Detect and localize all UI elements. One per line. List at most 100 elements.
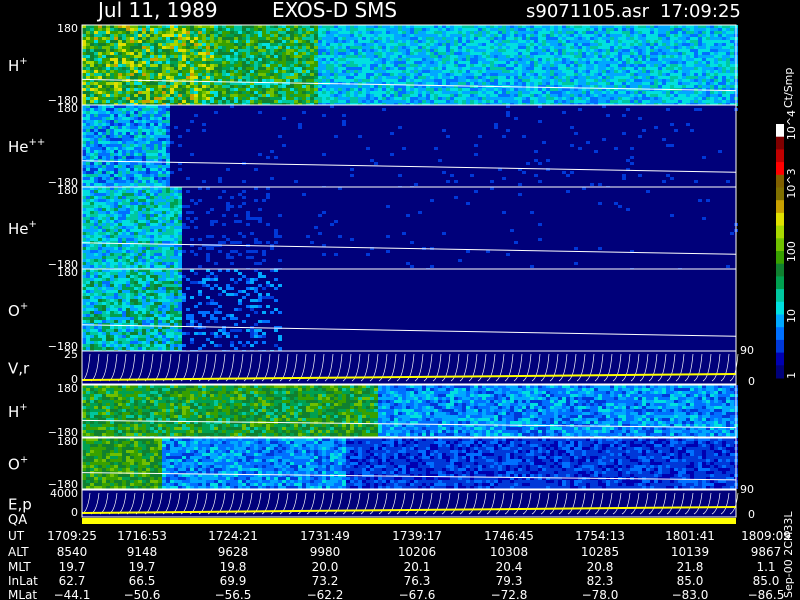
colorbar: 1 10 100 10^3 10^4 <box>776 110 798 379</box>
colorbar-swatch <box>776 289 784 303</box>
panel-label: E,p <box>8 496 32 514</box>
table-cell: 1809:09 <box>741 529 791 543</box>
panel-1 <box>81 104 738 189</box>
table-cell: 9628 <box>218 545 249 559</box>
panel-label-superscript: ++ <box>29 137 46 148</box>
axis-top-tick: 4000 <box>50 487 78 500</box>
table-cell: 19.7 <box>129 560 156 574</box>
axis-top-tick: 25 <box>64 348 78 361</box>
orbit-table: UT 1709:25 1716:53 1724:21 1731:49 1739:17 174… <box>8 529 791 600</box>
colorbar-swatch <box>776 136 784 150</box>
table-cell: −83.0 <box>672 588 709 600</box>
table-cell: 1801:41 <box>665 529 715 543</box>
exos-d-sms-summary-plot: Jul 11, 1989 EXOS-D SMS s9071105.asr 17:… <box>8 0 798 600</box>
table-cell: −72.8 <box>491 588 528 600</box>
table-cell: 20.0 <box>312 560 339 574</box>
colorbar-swatch <box>776 174 784 188</box>
table-cell: −86.5 <box>748 588 785 600</box>
table-cell: 1709:25 <box>47 529 97 543</box>
axis-top-tick: 180 <box>57 22 78 35</box>
table-cell: 19.8 <box>220 560 247 574</box>
header-file: s9071105.asr <box>526 1 650 22</box>
table-cell: 62.7 <box>59 574 86 588</box>
table-cell: 73.2 <box>312 574 339 588</box>
table-cell: −78.0 <box>582 588 619 600</box>
axis-bottom-tick: 0 <box>71 506 78 519</box>
table-cell: 1746:45 <box>484 529 534 543</box>
colorbar-tick: 10 <box>785 309 798 323</box>
colorbar-swatch <box>776 251 784 265</box>
colorbar-swatch <box>776 352 784 366</box>
axis-right-top-tick: 90 <box>740 344 754 357</box>
table-cell: 82.3 <box>587 574 614 588</box>
table-cell: 1724:21 <box>208 529 258 543</box>
table-cell: −67.6 <box>399 588 436 600</box>
panel-label: V,r <box>8 360 30 378</box>
panel-2 <box>81 186 738 271</box>
table-cell: 20.8 <box>587 560 614 574</box>
table-cell: 1716:53 <box>117 529 167 543</box>
table-cell: 9980 <box>310 545 341 559</box>
table-cell: 66.5 <box>129 574 156 588</box>
table-cell: −44.1 <box>54 588 91 600</box>
table-cell: 10206 <box>398 545 436 559</box>
panel-label: O+ <box>8 455 28 474</box>
table-cell: 85.0 <box>677 574 704 588</box>
side-note: Sep-00 2CM33L <box>782 511 795 598</box>
colorbar-unit: Ct/Smp <box>782 68 795 108</box>
axis-top-tick: 180 <box>57 435 78 448</box>
table-row-label: ALT <box>8 545 29 559</box>
qa-label: QA <box>8 513 27 528</box>
colorbar-tick: 100 <box>785 241 798 262</box>
panel-6 <box>81 437 738 490</box>
table-row-label: InLat <box>8 574 38 588</box>
axis-right-top-tick: 90 <box>740 483 754 496</box>
axis-top-tick: 180 <box>57 102 78 115</box>
table-cell: 9148 <box>127 545 158 559</box>
colorbar-swatch <box>776 162 784 176</box>
table-cell: 85.0 <box>753 574 780 588</box>
colorbar-swatch <box>776 187 784 201</box>
panel-label-superscript: + <box>29 219 37 230</box>
panel-4 <box>81 350 739 385</box>
panel-label-superscript: + <box>20 455 28 466</box>
table-cell: 76.3 <box>404 574 431 588</box>
panel-7 <box>81 489 739 518</box>
table-cell: 10139 <box>671 545 709 559</box>
table-cell: 8540 <box>57 545 88 559</box>
panel-3 <box>81 268 737 353</box>
panel-5 <box>81 384 738 439</box>
panel-label-superscript: + <box>19 56 27 67</box>
table-cell: 79.3 <box>496 574 523 588</box>
table-cell: 10308 <box>490 545 528 559</box>
axis-top-tick: 180 <box>57 382 78 395</box>
table-cell: 10285 <box>581 545 619 559</box>
panel-label: He+ <box>8 219 37 238</box>
table-cell: 1.1 <box>756 560 775 574</box>
table-row-label: MLat <box>8 588 37 600</box>
colorbar-swatch <box>776 149 784 163</box>
colorbar-swatch <box>776 238 784 252</box>
panel-label: H+ <box>8 56 28 75</box>
spectrogram-panels <box>81 24 739 518</box>
header-instrument: EXOS-D SMS <box>272 0 397 22</box>
colorbar-swatch <box>776 327 784 341</box>
colorbar-tick: 10^3 <box>785 168 798 198</box>
colorbar-swatch <box>776 339 784 354</box>
colorbar-tick: 10^4 <box>785 110 798 140</box>
colorbar-swatch <box>776 365 784 379</box>
table-cell: 1731:49 <box>300 529 350 543</box>
colorbar-swatch <box>776 212 784 227</box>
table-row-label: UT <box>8 529 25 543</box>
table-cell: 20.1 <box>404 560 431 574</box>
panel-label-superscript: + <box>20 301 28 312</box>
table-cell: −62.2 <box>307 588 344 600</box>
colorbar-swatch <box>776 124 784 138</box>
table-row-label: MLT <box>8 560 31 574</box>
qa-bar <box>82 518 736 524</box>
colorbar-swatch <box>776 200 784 214</box>
panel-label-superscript: + <box>19 402 27 413</box>
table-cell: 9867 <box>751 545 782 559</box>
colorbar-swatch <box>776 263 784 277</box>
axis-top-tick: 180 <box>57 266 78 279</box>
